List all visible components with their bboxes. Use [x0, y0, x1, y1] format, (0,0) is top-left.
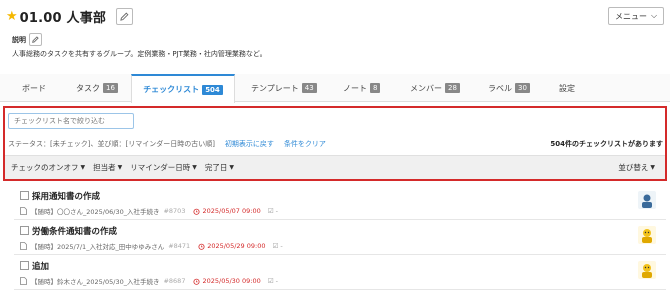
item-title[interactable]: 労働条件通知書の作成: [32, 225, 117, 237]
checklist-item[interactable]: 追加 【随時】鈴木さん_2025/05/30_入社手続き #8687 2025/…: [14, 256, 666, 290]
page-title: 01.00 人事部: [19, 10, 107, 26]
tab-tasks[interactable]: タスク 16: [76, 74, 118, 102]
avatar: [638, 226, 656, 244]
item-meta: 【随時】〇〇さん_2025/06/30_入社手続き #8703 2025/05/…: [20, 206, 278, 216]
item-title[interactable]: 追加: [32, 260, 49, 272]
caret-down-icon: ▼: [650, 164, 655, 171]
tab-notes[interactable]: ノート 8: [343, 74, 381, 102]
tab-count-badge: 43: [301, 83, 317, 93]
edit-title-button[interactable]: [116, 7, 134, 25]
avatar: [638, 191, 656, 209]
item-checkbox[interactable]: [20, 261, 29, 270]
menu-button[interactable]: メニュー ⌵: [608, 7, 664, 25]
description-label: 説明: [12, 35, 26, 44]
item-reminder: 2025/05/30 09:00: [193, 277, 261, 285]
assignee-filter[interactable]: 担当者 ▼: [93, 162, 122, 173]
pencil-icon: [32, 36, 39, 43]
tab-labels[interactable]: ラベル 30: [488, 74, 530, 102]
item-task-name[interactable]: 【随時】2025/7/1_入社対応_田中ゆゆみさん: [31, 241, 164, 251]
item-checkbox[interactable]: [20, 226, 29, 235]
item-number: #8471: [168, 242, 191, 250]
description-header: 説明: [12, 33, 42, 46]
done-date-filter[interactable]: 完了日 ▼: [205, 162, 234, 173]
chevron-down-icon: ⌵: [650, 11, 658, 20]
tab-templates[interactable]: テンプレート 43: [251, 74, 317, 102]
document-icon: [20, 242, 27, 250]
pencil-icon: [120, 12, 129, 21]
star-icon[interactable]: ★: [6, 10, 18, 23]
item-check-status: ☑ -: [272, 242, 283, 250]
caret-down-icon: ▼: [117, 164, 123, 171]
reset-view-link[interactable]: 初期表示に戻す: [225, 139, 274, 149]
tab-count-badge: 28: [445, 83, 460, 93]
item-checkbox[interactable]: [20, 191, 29, 200]
item-check-status: ☑ -: [267, 277, 278, 285]
item-meta: 【随時】2025/7/1_入社対応_田中ゆゆみさん #8471 2025/05/…: [20, 241, 283, 251]
caret-down-icon: ▼: [80, 164, 86, 171]
tab-count-badge: 30: [515, 83, 530, 93]
clear-conditions-link[interactable]: 条件をクリア: [284, 139, 326, 149]
description-text: 人事総務のタスクを共有するグループ。定例業務・PJT業務・社内管理業務など。: [12, 50, 267, 58]
page-header: ★ 01.00 人事部: [6, 6, 134, 26]
tab-checklists[interactable]: チェックリスト 504: [131, 74, 235, 103]
tab-bar: ボード タスク 16 チェックリスト 504 テンプレート 43 ノート 8 メンバー 2…: [0, 74, 670, 103]
item-meta: 【随時】鈴木さん_2025/05/30_入社手続き #8687 2025/05/…: [20, 276, 278, 286]
check-onoff-filter[interactable]: チェックのオンオフ ▼: [11, 162, 85, 173]
checklist-item[interactable]: 採用通知書の作成 【随時】〇〇さん_2025/06/30_入社手続き #8703…: [14, 186, 666, 220]
item-number: #8703: [163, 207, 186, 215]
item-reminder: 2025/05/29 09:00: [198, 242, 265, 250]
item-check-status: ☑ -: [267, 207, 278, 215]
checklist-search-input[interactable]: [8, 113, 134, 129]
alarm-clock-icon: [198, 243, 205, 250]
tab-settings[interactable]: 設定: [559, 74, 575, 102]
checklist-count-text: 504件のチェックリストがあります: [550, 140, 663, 148]
tab-count-badge: 504: [202, 84, 223, 95]
alarm-clock-icon: [193, 278, 200, 285]
alarm-clock-icon: [193, 208, 200, 215]
item-task-name[interactable]: 【随時】鈴木さん_2025/05/30_入社手続き: [31, 276, 159, 286]
reminder-filter[interactable]: リマインダー日時 ▼: [130, 162, 197, 173]
tab-members[interactable]: メンバー 28: [410, 74, 460, 102]
checklist-item[interactable]: 労働条件通知書の作成 【随時】2025/7/1_入社対応_田中ゆゆみさん #84…: [14, 221, 666, 255]
item-number: #8687: [163, 277, 186, 285]
document-icon: [20, 207, 27, 215]
avatar: [638, 261, 656, 279]
tab-count-badge: 8: [370, 83, 381, 93]
caret-down-icon: ▼: [229, 164, 234, 171]
filter-status-text: ステータス：[未チェック]、並び順：[リマインダー日時の古い順]: [8, 140, 215, 148]
tab-count-badge: 16: [103, 83, 118, 93]
edit-description-button[interactable]: [29, 33, 42, 46]
sort-button[interactable]: 並び替え ▼: [618, 162, 655, 173]
item-task-name[interactable]: 【随時】〇〇さん_2025/06/30_入社手続き: [31, 206, 159, 216]
filter-bar: チェックのオンオフ ▼ 担当者 ▼ リマインダー日時 ▼ 完了日 ▼ 並び替え ▼: [5, 155, 665, 179]
item-title[interactable]: 採用通知書の作成: [32, 190, 100, 202]
filter-status-row: ステータス：[未チェック]、並び順：[リマインダー日時の古い順] 初期表示に戻す…: [8, 139, 663, 149]
caret-down-icon: ▼: [192, 164, 197, 171]
item-reminder: 2025/05/07 09:00: [193, 207, 261, 215]
document-icon: [20, 277, 27, 285]
tab-board[interactable]: ボード: [22, 74, 46, 102]
